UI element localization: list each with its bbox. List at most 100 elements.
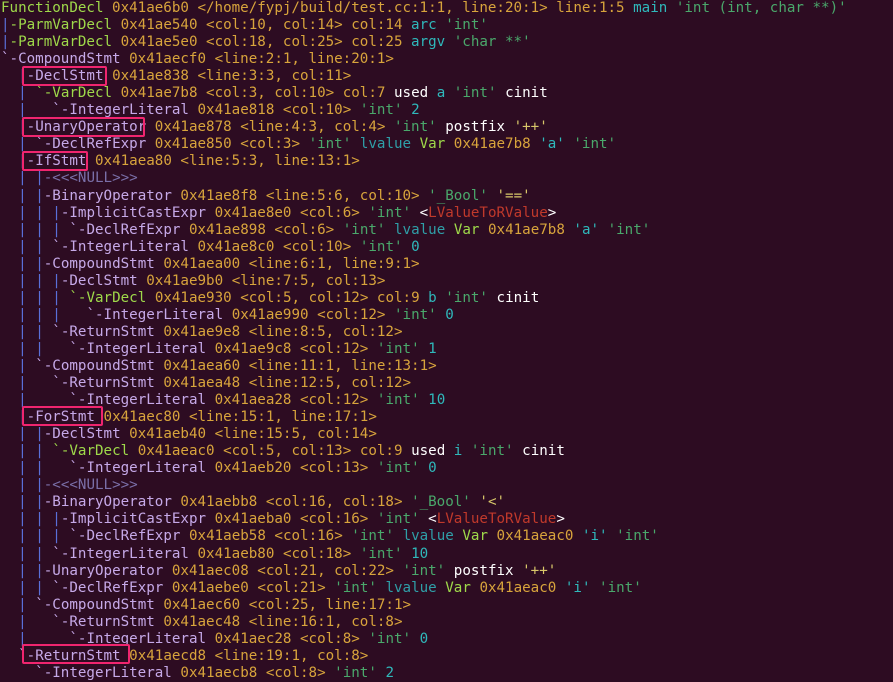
ast-token [445, 443, 454, 459]
ast-line: | | `-IntegerLiteral 0x41aeb20 <col:13> … [0, 460, 893, 477]
ast-token: used [411, 443, 446, 460]
ast-token [1, 239, 18, 255]
ast-token: 0x41aeac0 [496, 528, 574, 545]
ast-token [44, 324, 53, 340]
ast-token [420, 460, 429, 476]
ast-token: | [18, 443, 27, 460]
ast-token: 'int' [599, 579, 642, 596]
ast-token: | [18, 238, 27, 255]
ast-token [1, 222, 18, 238]
ast-token: - [43, 426, 53, 443]
ast-token: | [18, 306, 27, 323]
ast-token: 'int' [368, 204, 412, 221]
ast-token [1, 477, 18, 493]
ast-token [274, 239, 283, 255]
ast-token: <col:6> [274, 221, 335, 238]
ast-token [206, 341, 215, 357]
ast-token: ImplicitCastExpr [69, 511, 207, 528]
ast-line: | | `-DeclRefExpr 0x41aebe0 <col:21> 'in… [0, 580, 893, 597]
ast-token: | [35, 579, 44, 596]
ast-token: 'int' [470, 443, 514, 460]
ast-line: | `-DeclRefExpr 0x41ae850 <col:3> 'int' … [0, 136, 893, 153]
ast-token: Var [445, 579, 471, 596]
ast-token [215, 443, 224, 459]
ast-token: | [35, 221, 44, 238]
ast-token: 'int' [616, 528, 659, 545]
ast-token [326, 580, 335, 596]
ast-token [608, 528, 617, 544]
ast-token: 0x41aecd8 [129, 647, 207, 664]
ast-token: 'int' [308, 136, 352, 153]
ast-token: IfStmt [35, 153, 87, 170]
ast-line: |-ParmVarDecl 0x41ae5e0 <col:18, col:25>… [0, 34, 893, 51]
ast-token: `- [35, 664, 53, 681]
ast-token: `- [69, 528, 87, 545]
ast-token [1, 426, 18, 442]
ast-token: <col:12> [300, 340, 369, 357]
ast-line: `-ReturnStmt 0x41aecd8 <line:19:1, col:8… [0, 648, 893, 665]
ast-token [27, 222, 36, 238]
ast-token [138, 273, 147, 289]
ast-token: `- [69, 460, 87, 477]
ast-line: FunctionDecl 0x41ae6b0 </home/fypj/build… [0, 0, 893, 17]
ast-token [189, 546, 198, 562]
ast-token [590, 580, 599, 596]
ast-token: 0x41aea28 [214, 392, 292, 409]
ast-token [206, 460, 215, 476]
ast-token: | [52, 204, 61, 221]
ast-token [1, 563, 18, 579]
ast-token: Var [419, 136, 446, 153]
ast-token [556, 580, 565, 596]
ast-line: | | `-ReturnStmt 0x41ae9e8 <line:8:5, co… [0, 324, 893, 341]
ast-token [1, 511, 18, 527]
ast-token: | [18, 630, 27, 647]
ast-token: | [18, 562, 27, 579]
ast-token: | [18, 596, 27, 613]
ast-token: 1 [428, 340, 437, 357]
ast-token: CompoundStmt [52, 255, 155, 272]
ast-token: '==' [496, 187, 531, 204]
ast-token [368, 341, 377, 357]
ast-token: 0x41aeba0 [214, 511, 292, 528]
ast-token [206, 392, 215, 408]
ast-token: '++' [522, 562, 557, 579]
ast-line: | |-CompoundStmt 0x41aea00 <line:6:1, li… [0, 256, 893, 273]
ast-token: 'int' [607, 221, 651, 238]
ast-token: <line:5:6, col:10> [265, 187, 420, 204]
terminal-window[interactable]: FunctionDecl 0x41ae6b0 </home/fypj/build… [0, 0, 893, 682]
ast-line: | `-ReturnStmt 0x41aea48 <line:12:5, col… [0, 375, 893, 392]
ast-token [44, 460, 70, 476]
ast-token [351, 102, 360, 118]
ast-token: IntegerLiteral [103, 306, 224, 323]
ast-token: 'int' [334, 664, 377, 681]
ast-token: 0x41ae7b8 [453, 136, 531, 153]
ast-token [27, 392, 70, 408]
ast-token: VarDecl [69, 443, 130, 460]
ast-token: | [18, 204, 27, 221]
ast-token: `- [52, 323, 70, 340]
ast-token: <col:10, col:14> [206, 17, 343, 34]
ast-token [1, 170, 18, 186]
ast-token [403, 34, 412, 50]
ast-token [232, 119, 241, 135]
ast-token: 'int' [334, 579, 377, 596]
ast-token: <col:5, col:13> [223, 443, 352, 460]
ast-token [27, 307, 36, 323]
ast-token [27, 511, 36, 527]
ast-token [1, 546, 18, 562]
ast-token: 0 [428, 460, 437, 477]
ast-token [206, 631, 215, 647]
ast-line: | | |-DeclStmt 0x41ae9b0 <line:7:5, col:… [0, 273, 893, 290]
ast-token [206, 51, 215, 67]
ast-token [667, 0, 676, 16]
ast-token [232, 290, 241, 306]
ast-token: 'char **' [453, 34, 531, 51]
ast-token [27, 290, 36, 306]
ast-token: 0 [411, 238, 420, 255]
ast-token: 'int' [351, 528, 395, 545]
ast-token: | [18, 528, 27, 545]
ast-token: 2 [385, 664, 394, 681]
ast-token [351, 136, 360, 152]
ast-token [206, 426, 215, 442]
ast-token: <line:4:3, col:4> [240, 119, 386, 136]
